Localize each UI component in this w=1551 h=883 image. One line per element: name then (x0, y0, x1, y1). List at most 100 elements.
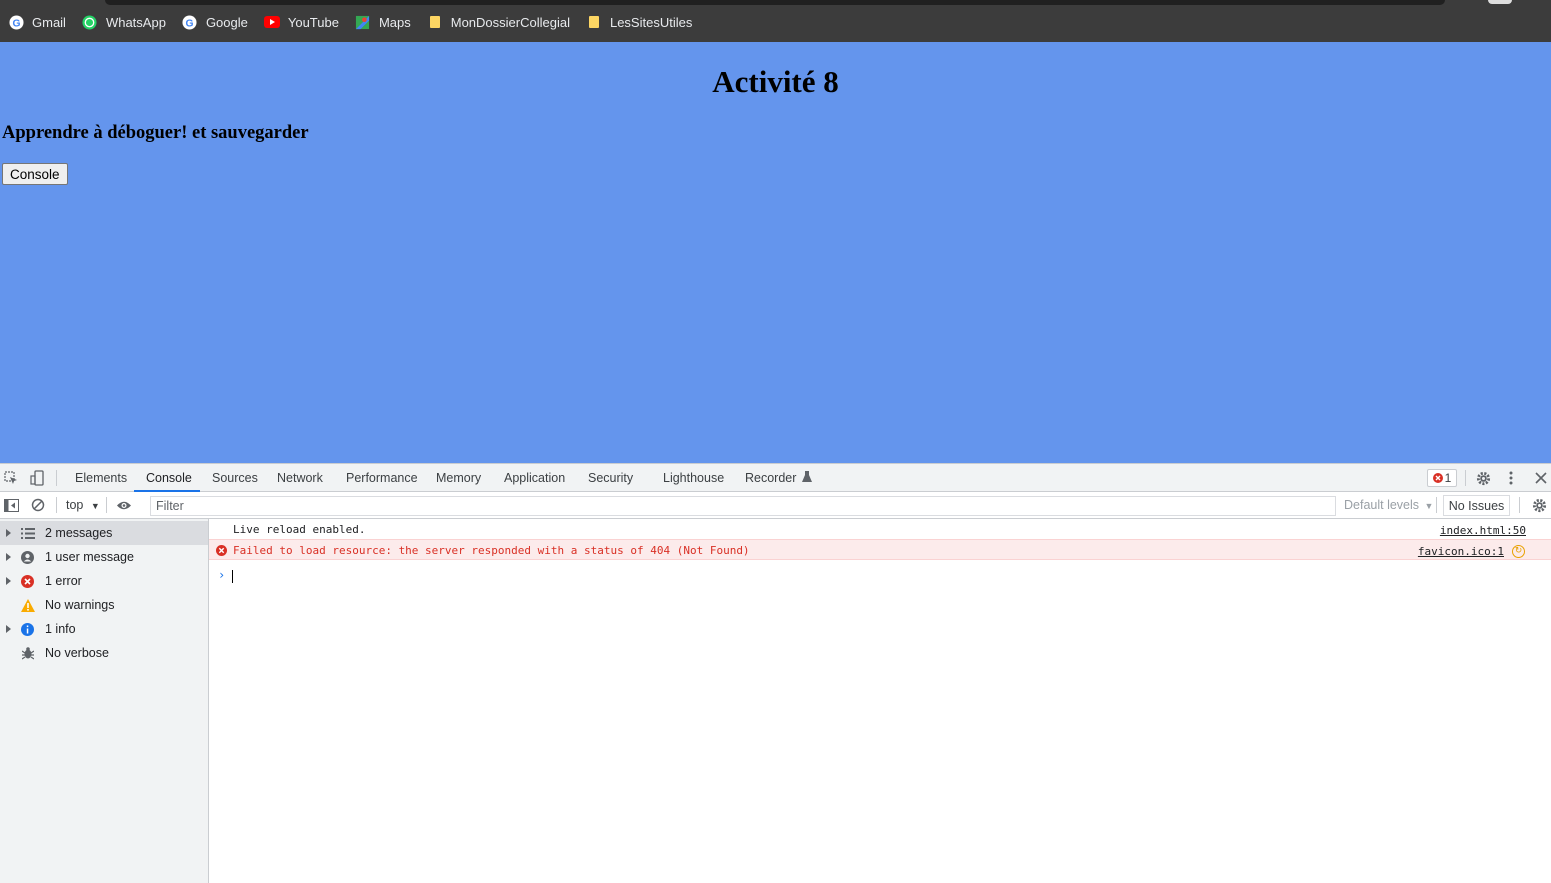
toolbar-divider (56, 497, 57, 513)
console-prompt-icon: › (218, 568, 226, 582)
toolbar-divider (56, 470, 57, 486)
sidebar-item-label: 1 info (45, 622, 76, 636)
page-title: Activité 8 (712, 64, 839, 99)
message-text: Failed to load resource: the server resp… (233, 544, 750, 557)
sidebar-item-verbose[interactable]: No verbose (0, 641, 208, 665)
toolbar-divider (1465, 470, 1466, 486)
tab-application[interactable]: Application (503, 464, 566, 492)
address-bar-edge (105, 0, 1445, 5)
error-icon (216, 545, 227, 556)
bookmark-label: Google (205, 14, 248, 30)
bookmark-label: YouTube (287, 14, 339, 30)
bookmark-youtube[interactable]: YouTube (263, 13, 339, 31)
context-selector[interactable]: top ▼ (66, 498, 100, 512)
issues-button[interactable]: No Issues (1443, 495, 1510, 516)
context-selector-label: top (66, 498, 84, 512)
dropdown-arrow-icon: ▼ (90, 501, 100, 511)
console-toolbar: top ▼ Filter Default levels ▼ No Issues (0, 492, 1551, 519)
folder-icon (586, 14, 602, 30)
bookmark-label: LesSitesUtiles (609, 14, 693, 30)
sidebar-item-messages[interactable]: 2 messages (0, 521, 208, 545)
tab-console[interactable]: Console (145, 464, 193, 492)
sidebar-toggle-icon[interactable] (3, 497, 19, 513)
toolbar-divider (106, 497, 107, 513)
error-count-badge[interactable]: 1 (1427, 469, 1457, 487)
toolbar-divider (1519, 497, 1520, 513)
devtools-tab-bar: Elements Console Sources Network Perform… (0, 464, 1551, 492)
settings-gear-icon[interactable] (1475, 470, 1491, 486)
tab-elements[interactable]: Elements (74, 464, 128, 492)
google-icon: G (182, 14, 198, 30)
page-viewport: Activité 8 Apprendre à déboguer! et sauv… (0, 42, 1551, 463)
sidebar-item-warnings[interactable]: No warnings (0, 593, 208, 617)
list-icon (20, 526, 35, 541)
svg-text:G: G (12, 18, 20, 29)
live-expression-eye-icon[interactable] (116, 497, 132, 513)
console-sidebar: 2 messages 1 user message 1 error No war… (0, 519, 209, 883)
expand-arrow-icon[interactable] (6, 577, 11, 585)
console-output[interactable]: Live reload enabled. index.html:50 Faile… (209, 519, 1551, 883)
folder-icon (427, 14, 443, 30)
clear-console-icon[interactable] (30, 497, 46, 513)
tab-performance[interactable]: Performance (345, 464, 419, 492)
dropdown-arrow-icon: ▼ (1424, 501, 1434, 511)
console-message-log: Live reload enabled. index.html:50 (209, 519, 1551, 540)
expand-arrow-icon[interactable] (6, 625, 11, 633)
tab-memory[interactable]: Memory (435, 464, 482, 492)
bookmark-google[interactable]: G Google (182, 13, 248, 31)
device-toolbar-icon[interactable] (29, 470, 45, 486)
tab-security[interactable]: Security (587, 464, 634, 492)
network-request-icon[interactable]: ↻ (1512, 545, 1525, 558)
sidebar-item-label: No warnings (45, 598, 115, 612)
bookmark-maps[interactable]: Maps (355, 13, 411, 31)
bookmark-folder-mondossiercollegial[interactable]: MonDossierCollegial (427, 13, 570, 31)
filter-input[interactable]: Filter (150, 496, 1336, 516)
whatsapp-icon (82, 14, 98, 30)
tab-recorder[interactable]: Recorder (744, 464, 813, 492)
sidebar-item-label: 2 messages (45, 526, 113, 540)
console-input-caret[interactable] (232, 570, 233, 583)
bookmark-label: Gmail (32, 14, 66, 30)
info-icon (20, 622, 35, 637)
more-options-icon[interactable] (1503, 470, 1519, 486)
sidebar-item-errors[interactable]: 1 error (0, 569, 208, 593)
google-icon: G (8, 14, 24, 30)
bookmark-folder-lessitesutiles[interactable]: LesSitesUtiles (586, 13, 692, 31)
tab-network[interactable]: Network (276, 464, 324, 492)
sidebar-item-label: No verbose (45, 646, 109, 660)
error-count: 1 (1444, 471, 1452, 485)
console-settings-icon[interactable] (1531, 497, 1547, 513)
youtube-icon (263, 14, 280, 30)
bookmark-gmail[interactable]: G Gmail (8, 13, 66, 31)
expand-arrow-icon[interactable] (6, 553, 11, 561)
flask-icon (801, 471, 812, 482)
toolbar-divider (1436, 497, 1437, 513)
devtools-panel: Elements Console Sources Network Perform… (0, 463, 1551, 883)
close-icon[interactable] (1533, 470, 1549, 486)
inspect-element-icon[interactable] (3, 470, 19, 486)
warning-icon (20, 598, 35, 613)
sidebar-item-label: 1 error (45, 574, 82, 588)
profile-avatar[interactable] (1488, 0, 1512, 4)
bookmark-whatsapp[interactable]: WhatsApp (82, 13, 166, 31)
bookmark-label: MonDossierCollegial (450, 14, 570, 30)
expand-arrow-icon[interactable] (6, 529, 11, 537)
bookmark-label: Maps (378, 14, 411, 30)
log-levels-dropdown[interactable]: Default levels ▼ (1344, 498, 1433, 512)
user-icon (20, 550, 35, 565)
message-source-link[interactable]: index.html:50 (1440, 524, 1526, 537)
bookmark-label: WhatsApp (105, 14, 166, 30)
svg-text:G: G (186, 18, 194, 29)
sidebar-item-info[interactable]: 1 info (0, 617, 208, 641)
console-message-error: Failed to load resource: the server resp… (209, 539, 1551, 560)
bug-icon (20, 646, 35, 661)
bookmarks-bar: G Gmail WhatsApp G Google YouTube Maps M… (0, 0, 1551, 42)
message-text: Live reload enabled. (233, 523, 366, 536)
tab-lighthouse[interactable]: Lighthouse (662, 464, 725, 492)
sidebar-item-user-messages[interactable]: 1 user message (0, 545, 208, 569)
log-levels-label: Default levels (1344, 498, 1420, 512)
message-source-link[interactable]: favicon.ico:1 (1418, 545, 1504, 558)
tab-recorder-label: Recorder (745, 471, 797, 485)
console-button[interactable]: Console (2, 163, 68, 185)
tab-sources[interactable]: Sources (211, 464, 259, 492)
